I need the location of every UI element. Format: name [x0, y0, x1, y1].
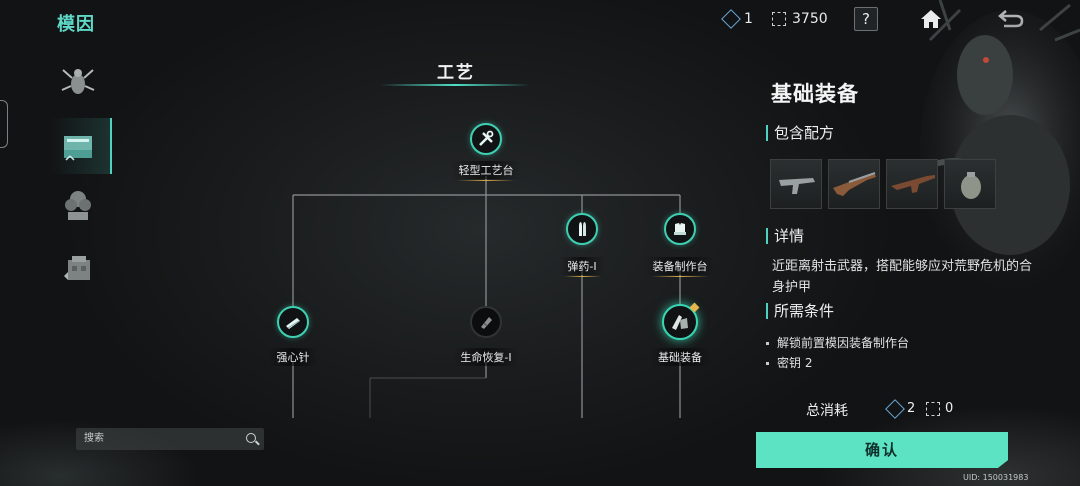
- gene-point-icon: [926, 401, 940, 416]
- bandage-icon: [481, 317, 492, 329]
- search-placeholder: 搜索: [84, 433, 104, 444]
- recipe-slot[interactable]: [944, 159, 996, 209]
- tree-node-label-text: 轻型工艺台: [458, 164, 514, 177]
- requirement-item: 密钥 2: [766, 354, 812, 371]
- tree-node-light-workbench[interactable]: [470, 123, 502, 155]
- rifle-icon: [891, 175, 935, 193]
- tree-node-equipment-workbench[interactable]: [664, 213, 696, 245]
- details-heading: 详情: [766, 228, 804, 244]
- smg-icon: [779, 178, 815, 194]
- bullet-dot: [766, 342, 769, 345]
- tree-node-label-text: 强心针: [276, 351, 310, 364]
- recipe-slot[interactable]: [770, 159, 822, 209]
- tree-node-ammo-1[interactable]: [566, 213, 598, 245]
- uid-label: UID: 150031983: [963, 473, 1029, 482]
- wrench-hammer-icon: [479, 130, 494, 146]
- tree-node-label-text: 弹药-I: [567, 260, 597, 273]
- syringe-icon: [286, 318, 300, 329]
- recipe-slot[interactable]: [828, 159, 880, 209]
- search-input[interactable]: 搜索: [76, 428, 264, 450]
- requirements-heading: 所需条件: [766, 303, 834, 319]
- weapon-armor-icon: [672, 315, 688, 330]
- cost-points: 0: [926, 401, 953, 416]
- confirm-button[interactable]: 确认: [756, 432, 1008, 468]
- tree-node-label: 强心针: [268, 348, 318, 366]
- shotgun-icon: [833, 172, 876, 196]
- recipes-heading: 包含配方: [766, 125, 834, 141]
- tree-node-adrenaline[interactable]: [277, 306, 309, 338]
- cost-key-value: 2: [907, 401, 916, 416]
- recipe-slot[interactable]: [886, 159, 938, 209]
- tree-node-label: 生命恢复-I: [452, 348, 520, 366]
- armor-bench-icon: [674, 223, 686, 235]
- label-underline: [563, 276, 601, 277]
- search-icon: [246, 433, 256, 443]
- cost-key: 2: [885, 398, 916, 419]
- tree-node-label: 基础装备: [650, 348, 710, 366]
- tree-node-label: 弹药-I: [559, 257, 605, 277]
- label-underline: [651, 276, 709, 277]
- tree-node-label: 装备制作台: [644, 257, 716, 277]
- tree-node-label-text: 装备制作台: [652, 260, 708, 273]
- total-cost-label: 总消耗: [806, 403, 848, 419]
- tree-node-label-text: 基础装备: [658, 351, 702, 364]
- game-screen: 模因 1 3750 ? 工艺 轻型工艺台 弹药-I 装备制作台 强心针 生命恢复…: [0, 0, 1080, 486]
- detail-title: 基础装备: [771, 82, 859, 106]
- cost-points-value: 0: [945, 401, 954, 416]
- label-underline: [457, 180, 515, 181]
- requirement-text: 解锁前置模因装备制作台: [777, 336, 910, 350]
- tree-node-life-recovery-1[interactable]: [470, 306, 502, 338]
- details-text: 近距离射击武器，搭配能够应对荒野危机的合身护甲: [772, 259, 1033, 295]
- requirement-text: 密钥 2: [777, 356, 813, 370]
- bullet-icon: [579, 222, 586, 236]
- bullet-dot: [766, 362, 769, 365]
- tree-node-label-text: 生命恢复-I: [460, 351, 512, 364]
- requirement-item: 解锁前置模因装备制作台: [766, 334, 909, 351]
- grenade-icon: [961, 172, 981, 199]
- tree-node-label: 轻型工艺台: [450, 161, 522, 181]
- gene-key-icon: [885, 398, 905, 419]
